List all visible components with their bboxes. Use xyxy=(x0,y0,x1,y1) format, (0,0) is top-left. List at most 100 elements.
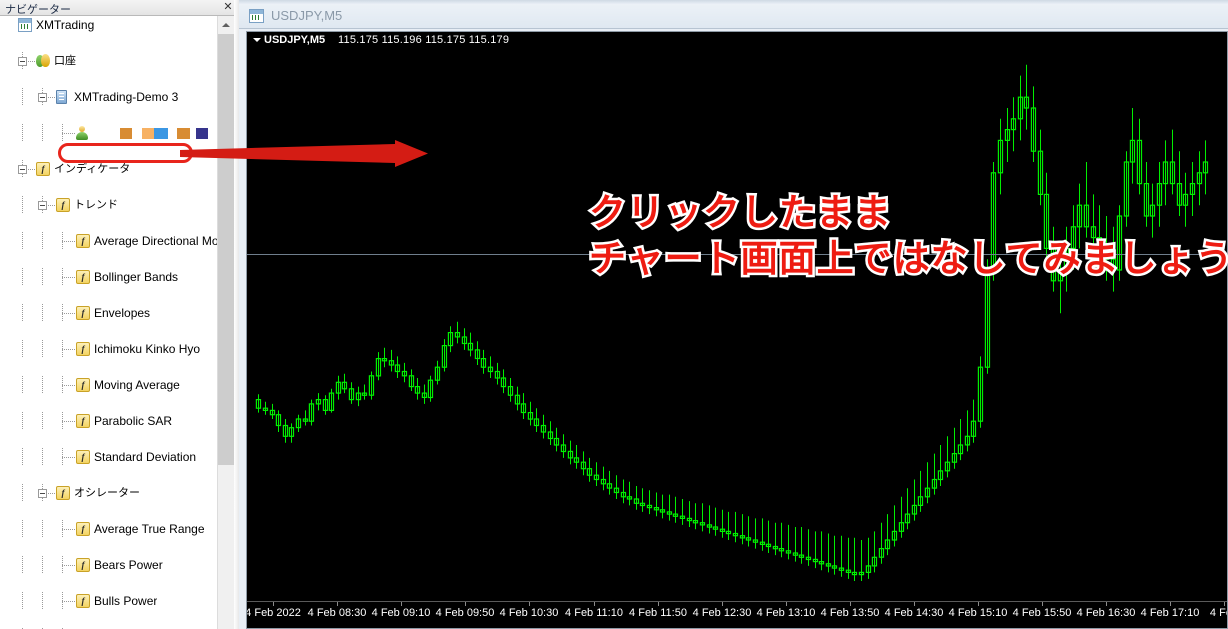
time-axis-tick-mark xyxy=(273,602,274,606)
navigator-title: ナビゲーター xyxy=(5,4,71,16)
tree-guide-line xyxy=(42,448,43,466)
time-axis-label: 4 Feb 16:30 xyxy=(1076,607,1136,619)
tree-item-demo3[interactable]: XMTrading-Demo 3 xyxy=(0,88,217,106)
time-axis-label: 4 Feb 12:30 xyxy=(692,607,752,619)
time-axis-tick-mark xyxy=(401,602,402,606)
tree-guide-line xyxy=(42,592,43,610)
chart-window-title: USDJPY,M5 xyxy=(271,8,343,23)
tree-item-label: Standard Deviation xyxy=(94,450,197,464)
tree-guide-line xyxy=(22,484,23,502)
collapse-icon[interactable] xyxy=(38,201,47,210)
tree-guide-line xyxy=(22,376,23,394)
chart-window: USDJPY,M5 USDJPY,M5 115.175 115.196 115.… xyxy=(239,0,1228,629)
tree-guide-line xyxy=(42,556,43,574)
fx-indicator-icon: f xyxy=(76,594,90,608)
time-axis-label: 4 Feb 11:10 xyxy=(565,607,623,619)
tree-guide-line xyxy=(22,124,23,142)
time-axis-label: 4 Feb 17:10 xyxy=(1140,607,1200,619)
tree-item-ma[interactable]: f Moving Average xyxy=(0,376,217,394)
tree-item-accounts[interactable]: 口座 xyxy=(0,52,217,70)
collapse-icon[interactable] xyxy=(18,57,27,66)
tree-guide-line xyxy=(62,421,76,422)
collapse-icon[interactable] xyxy=(38,93,47,102)
fx-indicator-icon: f xyxy=(76,558,90,572)
tree-item-label: Bears Power xyxy=(94,558,163,572)
fx-indicator-icon: f xyxy=(56,198,70,212)
ohlc-symbol: USDJPY,M5 xyxy=(264,34,326,46)
time-axis-label: 4 Feb 08:30 xyxy=(307,607,367,619)
account-color-swatch-1 xyxy=(120,128,132,139)
time-axis-label: 4 Feb 14:30 xyxy=(884,607,944,619)
collapse-icon[interactable] xyxy=(38,489,47,498)
tree-item-label: オシレーター xyxy=(74,486,140,499)
tree-item-label: XMTrading xyxy=(36,18,95,32)
time-axis-label: 4 Feb 2022 xyxy=(247,607,301,619)
tree-item-label: インディケータ xyxy=(54,162,131,175)
tree-guide-line xyxy=(62,529,76,530)
tree-guide-line xyxy=(42,376,43,394)
tree-item-label: Ichimoku Kinko Hyo xyxy=(94,342,201,356)
navigator-panel: ナビゲーター ✕ XMTrading 口座 XMTrading-Demo 3 f インデ… xyxy=(0,0,239,629)
tree-guide-line xyxy=(42,520,43,538)
time-axis-label: 4 Feb 09:50 xyxy=(435,607,495,619)
time-axis-tick-mark xyxy=(850,602,851,606)
tree-item-trend[interactable]: f トレンド xyxy=(0,196,217,214)
scrollbar-thumb[interactable] xyxy=(218,34,234,465)
candlestick-series xyxy=(255,64,1209,581)
chart-canvas[interactable]: USDJPY,M5 115.175 115.196 115.175 115.17… xyxy=(246,31,1228,629)
time-axis-label: 4 Feb 10:30 xyxy=(499,607,559,619)
tree-item-bollinger[interactable]: f Bollinger Bands xyxy=(0,268,217,286)
chart-window-icon xyxy=(249,9,264,23)
time-axis-tick-mark xyxy=(722,602,723,606)
time-axis-tick-mark xyxy=(1224,602,1225,606)
tree-item-oscillators[interactable]: f オシレーター xyxy=(0,484,217,502)
tree-item-envelopes[interactable]: f Envelopes xyxy=(0,304,217,322)
tree-item-stddev[interactable]: f Standard Deviation xyxy=(0,448,217,466)
chart-plot-area[interactable]: USDJPY,M5 115.175 115.196 115.175 115.17… xyxy=(247,32,1227,628)
fx-indicator-icon: f xyxy=(76,450,90,464)
time-axis-label: 4 Feb xyxy=(1209,607,1227,619)
fx-indicator-icon: f xyxy=(76,414,90,428)
fx-indicator-icon: f xyxy=(76,270,90,284)
tree-item-label: Average True Range xyxy=(94,522,205,536)
chart-window-titlebar: USDJPY,M5 xyxy=(239,0,1228,29)
close-icon[interactable]: ✕ xyxy=(221,1,235,15)
fx-indicator-icon: f xyxy=(76,234,90,248)
mt4-window: ナビゲーター ✕ XMTrading 口座 XMTrading-Demo 3 f インデ… xyxy=(0,0,1228,629)
collapse-icon[interactable] xyxy=(18,165,27,174)
tree-item-atr[interactable]: f Average True Range xyxy=(0,520,217,538)
time-axis-tick-mark xyxy=(786,602,787,606)
time-axis-tick-mark xyxy=(337,602,338,606)
tree-item-psar[interactable]: f Parabolic SAR xyxy=(0,412,217,430)
time-axis-label: 4 Feb 15:50 xyxy=(1012,607,1072,619)
tree-guide-line xyxy=(22,196,23,214)
annotation-line-1: クリックしたまま xyxy=(587,189,894,237)
tree-item-bearspower[interactable]: f Bears Power xyxy=(0,556,217,574)
tree-item-label: Envelopes xyxy=(94,306,151,320)
tree-guide-line xyxy=(22,304,23,322)
account-user-icon xyxy=(76,126,89,140)
time-axis-label: 4 Feb 13:10 xyxy=(756,607,816,619)
time-axis-tick-mark xyxy=(1042,602,1043,606)
fx-indicator-icon: f xyxy=(56,486,70,500)
account-color-swatch-5 xyxy=(196,128,208,139)
tree-guide-line xyxy=(22,232,23,250)
tree-guide-line xyxy=(42,304,43,322)
time-axis-tick-mark xyxy=(1106,602,1107,606)
tree-item-xmtrading[interactable]: XMTrading xyxy=(0,16,217,34)
navigator-scrollbar[interactable] xyxy=(217,16,234,629)
tree-guide-line xyxy=(22,448,23,466)
tree-item-ichimoku[interactable]: f Ichimoku Kinko Hyo xyxy=(0,340,217,358)
time-axis-tick-mark xyxy=(978,602,979,606)
dropdown-caret-icon[interactable] xyxy=(253,38,261,42)
tree-guide-line xyxy=(62,313,76,314)
tree-guide-line xyxy=(22,520,23,538)
drag-direction-arrow xyxy=(180,140,428,167)
time-axis: 4 Feb 2022 4 Feb 08:30 4 Feb 09:10 4 Feb 09… xyxy=(247,601,1227,628)
tree-item-adx[interactable]: f Average Directional Mo xyxy=(0,232,217,250)
tree-item-bullspower[interactable]: f Bulls Power xyxy=(0,592,217,610)
tree-item-label: トレンド xyxy=(74,198,118,211)
fx-indicator-icon: f xyxy=(76,342,90,356)
tree-guide-line xyxy=(42,412,43,430)
scroll-up-icon[interactable] xyxy=(218,16,234,33)
